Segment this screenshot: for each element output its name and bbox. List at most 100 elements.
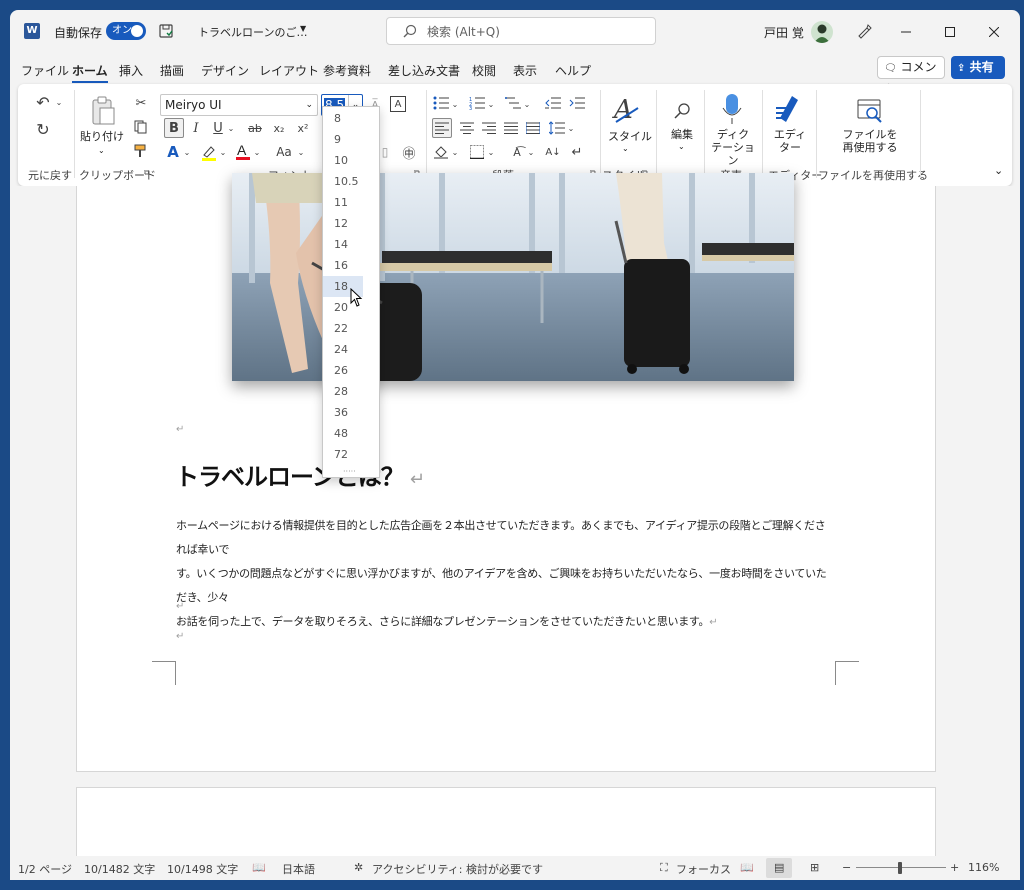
justify-icon[interactable] xyxy=(502,118,520,138)
dictation-label[interactable]: ディク テーション xyxy=(708,128,758,167)
tab-insert[interactable]: 挿入 xyxy=(119,62,143,79)
read-mode-icon[interactable]: 📖 xyxy=(740,861,754,874)
tab-file[interactable]: ファイル xyxy=(21,62,69,79)
resize-grip-icon[interactable]: ····· xyxy=(343,467,356,476)
italic-icon[interactable]: I xyxy=(188,118,204,138)
font-color-chevron-down-icon[interactable]: ⌄ xyxy=(252,144,262,160)
undo-chevron-down-icon[interactable]: ⌄ xyxy=(54,94,64,110)
sort-icon[interactable]: A↓ xyxy=(544,142,562,162)
show-marks-icon[interactable]: ↵ xyxy=(568,142,586,162)
font-size-option[interactable]: 12 xyxy=(323,213,379,234)
line-spacing-icon[interactable] xyxy=(548,118,566,138)
paste-label[interactable]: 貼り付け xyxy=(80,130,124,143)
editor-label[interactable]: エディ ター xyxy=(770,128,810,154)
cut-icon[interactable]: ✂ xyxy=(132,94,150,112)
superscript-icon[interactable]: x² xyxy=(294,118,312,138)
zoom-out-icon[interactable]: − xyxy=(842,861,851,874)
font-size-option[interactable]: 28 xyxy=(323,381,379,402)
microphone-icon[interactable] xyxy=(722,92,742,126)
text-effects-icon[interactable]: A xyxy=(164,142,182,162)
multilevel-list-icon[interactable] xyxy=(504,94,522,112)
editing-chevron-down-icon[interactable]: ⌄ xyxy=(678,140,685,153)
paste-chevron-down-icon[interactable]: ⌄ xyxy=(98,144,105,157)
char-count[interactable]: 10/1498 文字 xyxy=(167,861,238,877)
zoom-in-icon[interactable]: + xyxy=(950,861,959,874)
title-chevron-down-icon[interactable]: ▼ xyxy=(300,24,306,33)
font-color-icon[interactable]: A xyxy=(234,142,252,162)
align-center-icon[interactable] xyxy=(458,118,476,138)
word-count[interactable]: 10/1482 文字 xyxy=(84,861,155,877)
font-size-option[interactable]: 26 xyxy=(323,360,379,381)
page-count[interactable]: 1/2 ページ xyxy=(18,861,72,877)
find-icon[interactable] xyxy=(672,100,694,122)
share-button[interactable]: ⇪ 共有 xyxy=(951,56,1005,79)
align-left-icon[interactable] xyxy=(432,118,452,138)
tab-view[interactable]: 表示 xyxy=(513,62,537,79)
font-size-option[interactable]: 22 xyxy=(323,318,379,339)
subscript-icon[interactable]: x₂ xyxy=(270,118,288,138)
highlight-icon[interactable] xyxy=(200,144,218,162)
reuse-files-label[interactable]: ファイルを 再使用する xyxy=(830,128,910,154)
font-size-option[interactable]: 48 xyxy=(323,423,379,444)
user-name[interactable]: 戸田 覚 xyxy=(764,24,804,41)
tab-help[interactable]: ヘルプ xyxy=(555,62,591,79)
increase-indent-icon[interactable] xyxy=(568,94,586,112)
strikethrough-icon[interactable]: ab xyxy=(246,118,264,138)
zoom-slider-thumb[interactable] xyxy=(898,862,902,874)
font-size-option[interactable]: 9 xyxy=(323,129,379,150)
redo-icon[interactable]: ↻ xyxy=(32,118,54,140)
asian-layout-icon[interactable]: A͡ xyxy=(508,142,526,162)
text-effects-chevron-down-icon[interactable]: ⌄ xyxy=(182,144,192,160)
close-button[interactable] xyxy=(972,10,1016,54)
highlight-chevron-down-icon[interactable]: ⌄ xyxy=(218,144,228,160)
numbering-chevron-down-icon[interactable]: ⌄ xyxy=(486,96,496,112)
tab-references[interactable]: 参考資料 xyxy=(323,62,371,79)
font-size-option[interactable]: 36 xyxy=(323,402,379,423)
proofing-book-icon[interactable]: 📖 xyxy=(252,861,266,874)
comment-button[interactable]: 🗨 コメント xyxy=(877,56,945,96)
font-name-combobox[interactable]: Meiryo UI ⌄ xyxy=(160,94,318,116)
styles-chevron-down-icon[interactable]: ⌄ xyxy=(622,142,629,155)
tab-mailings[interactable]: 差し込み文書 xyxy=(388,62,460,79)
search-box[interactable]: 検索 (Alt+Q) xyxy=(386,17,656,45)
accessibility-status[interactable]: アクセシビリティ: 検討が必要です xyxy=(372,861,543,877)
styles-icon[interactable]: A xyxy=(612,94,642,126)
avatar[interactable] xyxy=(811,21,833,43)
clear-formatting-icon[interactable]: A xyxy=(390,96,406,112)
numbering-icon[interactable]: 123 xyxy=(468,94,486,112)
borders-icon[interactable] xyxy=(468,142,486,162)
zoom-level[interactable]: 116% xyxy=(968,861,999,874)
align-right-icon[interactable] xyxy=(480,118,498,138)
undo-icon[interactable]: ↶ xyxy=(32,92,54,112)
focus-label[interactable]: フォーカス xyxy=(676,861,731,877)
clipboard-launcher-icon[interactable]: ⧉ xyxy=(144,168,150,178)
document-title[interactable]: トラベルローンのご… xyxy=(198,24,307,40)
decrease-indent-icon[interactable] xyxy=(544,94,562,112)
shading-icon[interactable] xyxy=(432,142,450,162)
maximize-button[interactable] xyxy=(928,10,972,54)
web-layout-icon[interactable]: ⊞ xyxy=(810,861,819,874)
reuse-files-icon[interactable] xyxy=(856,96,884,124)
multilevel-chevron-down-icon[interactable]: ⌄ xyxy=(522,96,532,112)
asian-layout-chevron-down-icon[interactable]: ⌄ xyxy=(526,144,536,160)
document-heading[interactable]: トラベルローンとは？ ↵ xyxy=(175,457,425,492)
bullets-icon[interactable] xyxy=(432,94,450,112)
tab-home[interactable]: ホーム xyxy=(72,62,108,83)
tab-layout[interactable]: レイアウト xyxy=(259,62,319,79)
designer-pen-icon[interactable] xyxy=(856,23,872,39)
font-size-option[interactable]: 8 xyxy=(323,108,379,129)
tab-review[interactable]: 校閲 xyxy=(472,62,496,79)
autosave-toggle[interactable]: オン xyxy=(106,22,146,40)
body-paragraph[interactable]: ホームページにおける情報提供を目的とした広告企画を２本出させていただきます。あく… xyxy=(176,514,836,635)
copy-icon[interactable] xyxy=(132,118,150,136)
font-size-option[interactable]: 10.5 xyxy=(323,171,379,192)
font-size-option[interactable]: 11 xyxy=(323,192,379,213)
bold-icon[interactable]: B xyxy=(164,118,184,138)
shading-chevron-down-icon[interactable]: ⌄ xyxy=(450,144,460,160)
font-size-option[interactable]: 14 xyxy=(323,234,379,255)
document-photo[interactable] xyxy=(232,173,794,381)
format-painter-icon[interactable] xyxy=(132,142,150,160)
accessibility-icon[interactable]: ✲ xyxy=(354,861,363,874)
paste-icon[interactable] xyxy=(90,96,116,126)
underline-chevron-down-icon[interactable]: ⌄ xyxy=(226,120,236,136)
